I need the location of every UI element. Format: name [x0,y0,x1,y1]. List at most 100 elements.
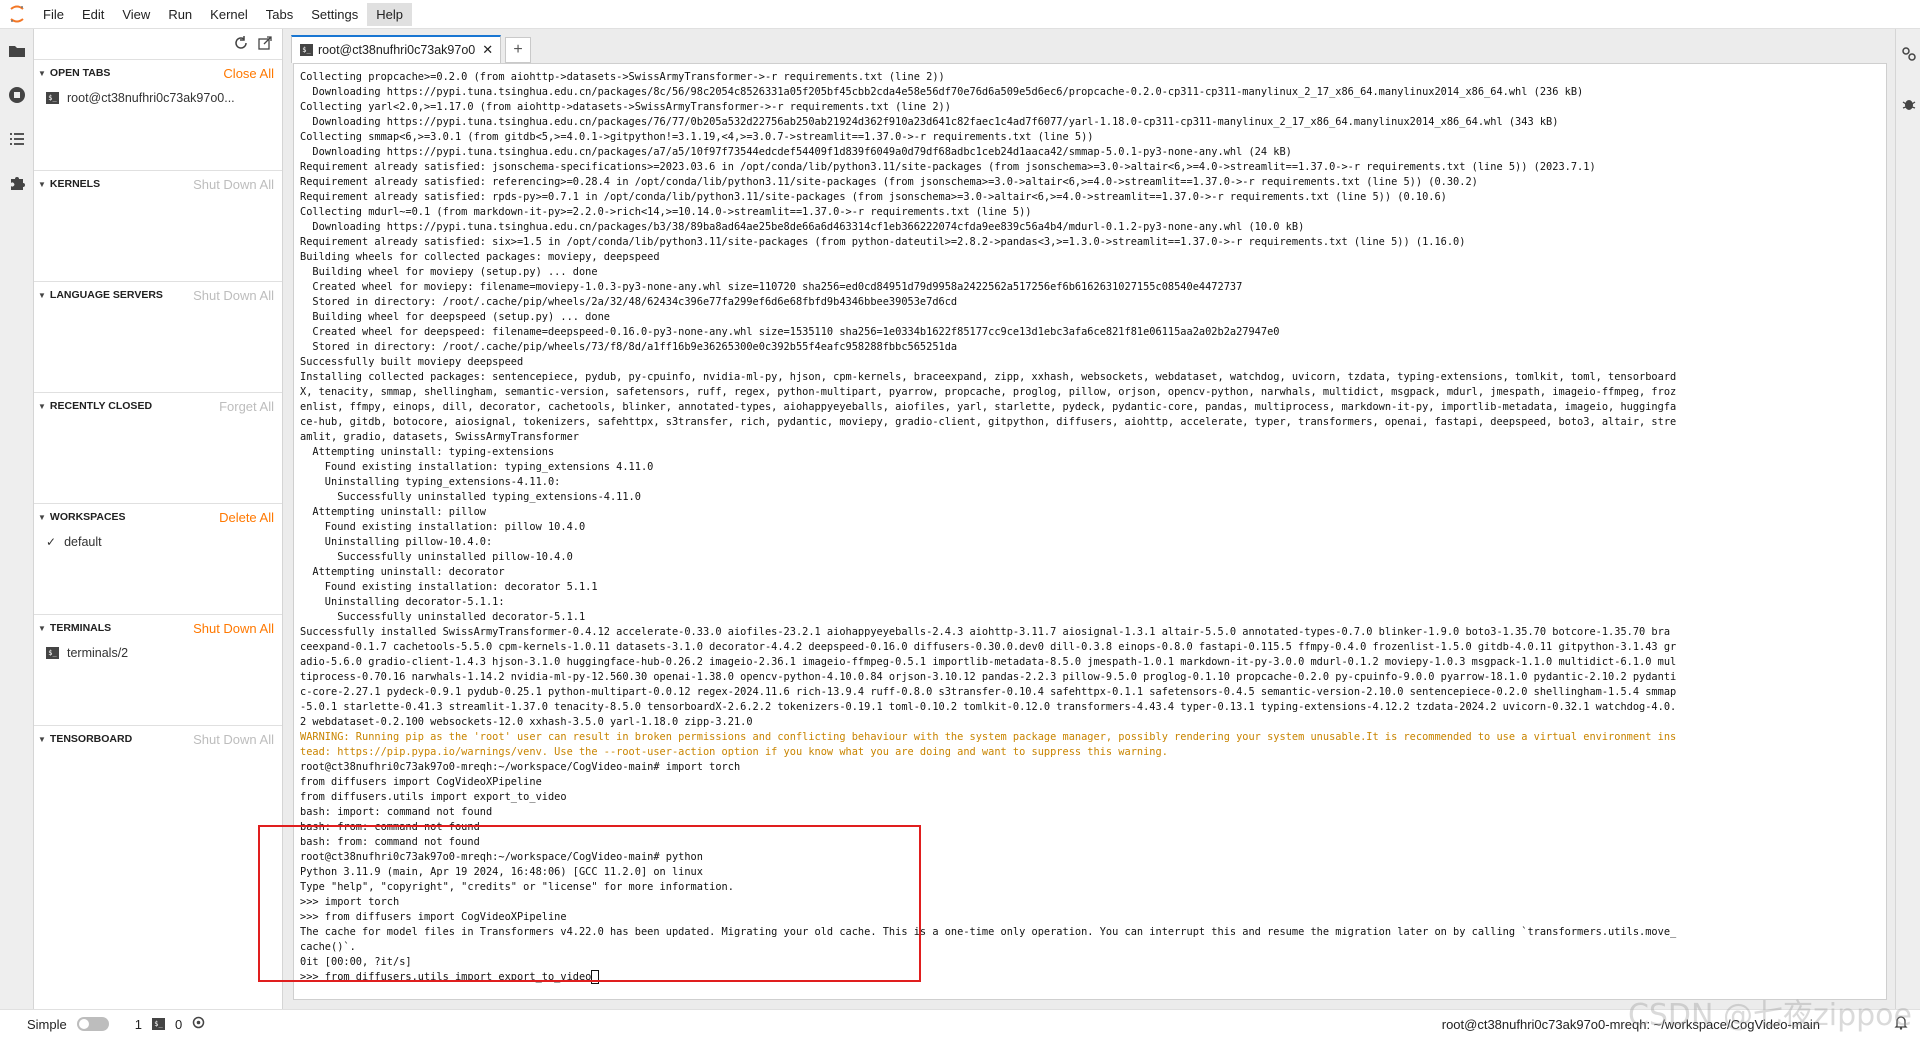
terminal-line: Collecting smmap<6,>=3.0.1 (from gitdb<5… [300,130,1874,145]
caret-down-icon[interactable]: ▼ [38,402,46,411]
section-action-button[interactable]: Forget All [219,399,274,414]
terminal-line-text: Type "help", "copyright", "credits" or "… [300,881,734,893]
sidebar-toolbar [34,29,282,59]
terminal-line-text: bash: from: command not found [300,821,480,833]
caret-down-icon[interactable]: ▼ [38,69,46,78]
terminal-line: Type "help", "copyright", "credits" or "… [300,880,1874,895]
terminal-line-text: Successfully uninstalled pillow-10.4.0 [300,551,573,563]
property-inspector-icon[interactable] [1896,39,1920,69]
caret-down-icon[interactable]: ▼ [38,180,46,189]
section-header-left: ▼ OPEN TABS [38,67,110,79]
menu-view[interactable]: View [113,3,159,26]
terminal-line: root@ct38nufhri0c73ak97o0-mreqh:~/worksp… [300,850,1874,865]
terminal-line-text: from diffusers.utils import export_to_vi… [300,791,567,803]
menu-edit[interactable]: Edit [73,3,113,26]
menu-bar: File Edit View Run Kernel Tabs Settings Help [0,0,1920,29]
terminal-line: adio-5.6.0 gradio-client-1.4.3 hjson-3.1… [300,655,1874,670]
caret-down-icon[interactable]: ▼ [38,624,46,633]
close-tab-icon[interactable]: ✕ [482,42,493,58]
terminal-line: Collecting propcache>=0.2.0 (from aiohtt… [300,70,1874,85]
terminal-cursor [591,970,600,984]
terminal-line-text: X, tenacity, smmap, shellingham, semanti… [300,386,1677,398]
terminal-line-text: >>> from diffusers import CogVideoXPipel… [300,911,567,923]
refresh-icon[interactable] [234,35,248,53]
terminals-count[interactable]: 1 [135,1017,142,1032]
terminal-line: ce-hub, gitdb, botocore, aiosignal, toke… [300,415,1874,430]
terminal-line-text: cache()`. [300,941,356,953]
terminal-line: Attempting uninstall: typing-extensions [300,445,1874,460]
section-header[interactable]: ▼ WORKSPACES Delete All [34,504,282,530]
section-header-left: ▼ TENSORBOARD [38,733,132,745]
caret-down-icon[interactable]: ▼ [38,513,46,522]
folder-icon[interactable] [0,29,33,73]
section-language-servers: ▼ LANGUAGE SERVERS Shut Down All [34,281,282,392]
terminal-path: root@ct38nufhri0c73ak97o0-mreqh: ~/works… [1441,1016,1820,1032]
notification-bell-icon[interactable] [1894,1015,1908,1033]
extensions-puzzle-icon[interactable] [0,161,33,205]
section-item-label: terminals/2 [67,646,129,660]
terminal-line: Requirement already satisfied: jsonschem… [300,160,1874,175]
section-action-button[interactable]: Close All [223,66,274,81]
menu-kernel[interactable]: Kernel [201,3,257,26]
section-header[interactable]: ▼ OPEN TABS Close All [34,60,282,86]
terminal-status-icon: $_ [151,1018,165,1030]
tab-terminal[interactable]: $_ root@ct38nufhri0c73ak97o0 ✕ [291,35,501,63]
menu-run[interactable]: Run [159,3,201,26]
section-header-left: ▼ WORKSPACES [38,511,126,523]
tab-bar: $_ root@ct38nufhri0c73ak97o0 ✕ + [283,29,1895,63]
section-list-item[interactable]: $_ terminals/2 [34,641,282,665]
section-list-item[interactable]: $_ root@ct38nufhri0c73ak97o0... [34,86,282,110]
section-header[interactable]: ▼ LANGUAGE SERVERS Shut Down All [34,282,282,308]
section-body: $_ root@ct38nufhri0c73ak97o0... [34,86,282,110]
section-action-button[interactable]: Shut Down All [193,732,274,747]
open-new-window-icon[interactable] [258,35,272,53]
caret-down-icon[interactable]: ▼ [38,735,46,744]
terminal-line: Requirement already satisfied: rpds-py>=… [300,190,1874,205]
new-launcher-button[interactable]: + [505,37,531,63]
debugger-bug-icon[interactable] [1896,89,1920,119]
terminal-line: Stored in directory: /root/.cache/pip/wh… [300,295,1874,310]
terminal-line: bash: from: command not found [300,835,1874,850]
menu-help[interactable]: Help [367,2,412,26]
terminal-line: Collecting yarl<2.0,>=1.17.0 (from aioht… [300,100,1874,115]
menu-settings[interactable]: Settings [302,3,367,26]
section-header[interactable]: ▼ RECENTLY CLOSED Forget All [34,393,282,419]
section-header[interactable]: ▼ TERMINALS Shut Down All [34,615,282,641]
terminal-line: root@ct38nufhri0c73ak97o0-mreqh:~/worksp… [300,760,1874,775]
kernels-count[interactable]: 0 [175,1017,182,1032]
caret-down-icon[interactable]: ▼ [38,291,46,300]
section-list-item[interactable]: ✓ default [34,530,282,554]
terminal-line-text: Uninstalling pillow-10.4.0: [300,536,493,548]
terminal-line: Found existing installation: typing_exte… [300,460,1874,475]
section-action-button[interactable]: Delete All [219,510,274,525]
terminal-line-text: Created wheel for moviepy: filename=movi… [300,281,1243,293]
checkmark-icon: ✓ [46,535,57,549]
terminal-line: Found existing installation: pillow 10.4… [300,520,1874,535]
terminal-line-text: Downloading https://pypi.tuna.tsinghua.e… [300,146,1292,158]
terminal-line-text: Collecting smmap<6,>=3.0.1 (from gitdb<5… [300,131,1094,143]
terminal-line-text: c-core-2.27.1 pydeck-0.9.1 pydub-0.25.1 … [300,686,1677,698]
section-header[interactable]: ▼ TENSORBOARD Shut Down All [34,726,282,752]
jupyter-logo-icon[interactable] [0,0,34,28]
section-action-button[interactable]: Shut Down All [193,177,274,192]
section-action-button[interactable]: Shut Down All [193,621,274,636]
terminal-line: Found existing installation: decorator 5… [300,580,1874,595]
terminal-output: Collecting propcache>=0.2.0 (from aiohtt… [300,70,1874,985]
running-sessions-icon[interactable] [0,73,33,117]
section-workspaces: ▼ WORKSPACES Delete All ✓ default [34,503,282,614]
section-header-left: ▼ KERNELS [38,178,100,190]
section-action-button[interactable]: Shut Down All [193,288,274,303]
terminal-line-text: Collecting propcache>=0.2.0 (from aiohtt… [300,71,945,83]
menu-tabs[interactable]: Tabs [257,3,302,26]
terminal-line-text: Uninstalling decorator-5.1.1: [300,596,505,608]
simple-mode-toggle[interactable] [76,1017,109,1031]
table-of-contents-icon[interactable] [0,117,33,161]
terminal-panel[interactable]: Collecting propcache>=0.2.0 (from aiohtt… [293,63,1887,1000]
simple-mode-label: Simple [27,1016,67,1032]
activity-bar [0,29,34,1009]
tab-label: root@ct38nufhri0c73ak97o0 [318,43,476,57]
section-header[interactable]: ▼ KERNELS Shut Down All [34,171,282,197]
menu-file[interactable]: File [34,3,73,26]
terminal-line: Successfully built moviepy deepspeed [300,355,1874,370]
terminal-line-text: Collecting mdurl~=0.1 (from markdown-it-… [300,206,1032,218]
